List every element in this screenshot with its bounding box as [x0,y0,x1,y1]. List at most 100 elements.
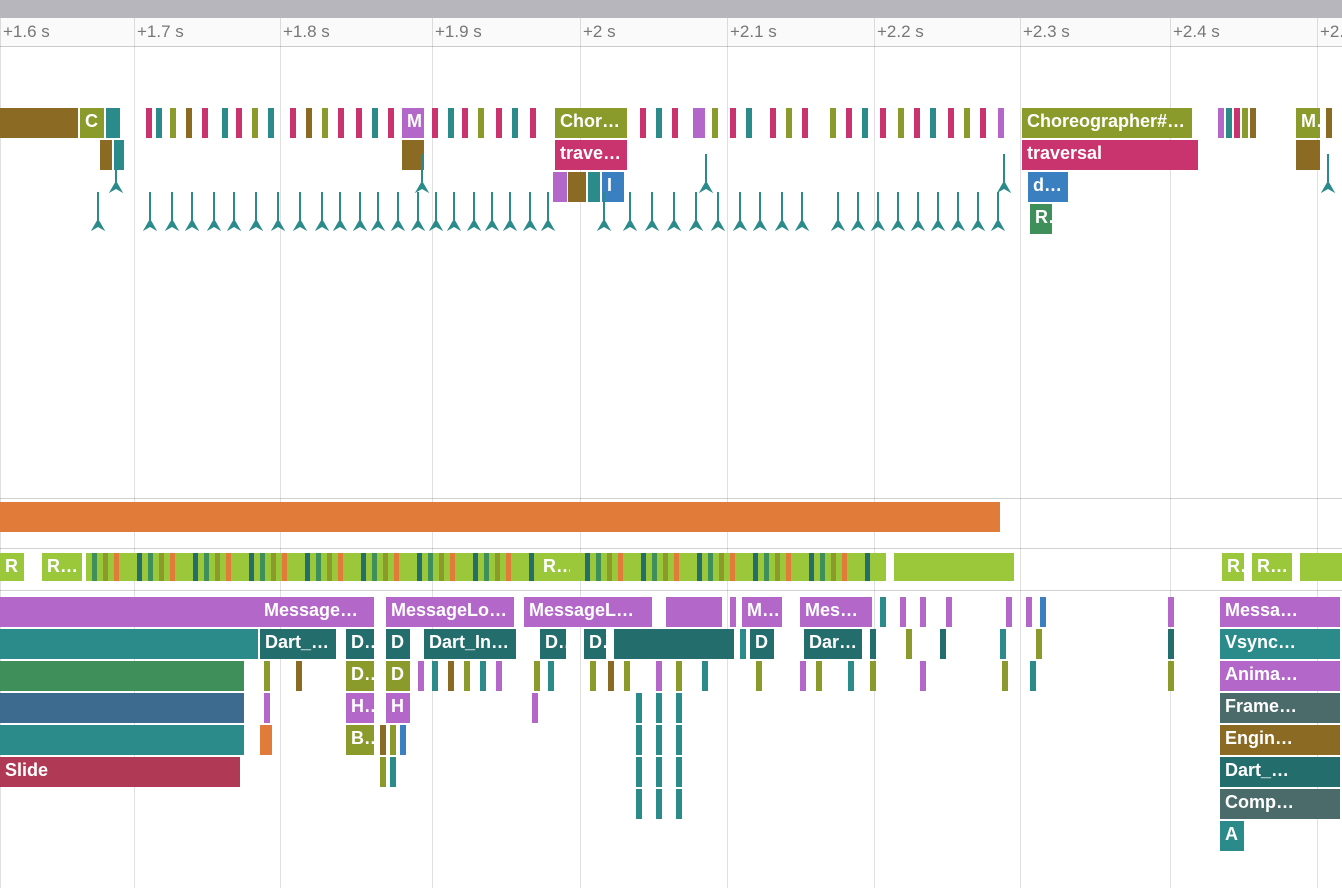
trace-slice-thin[interactable] [390,725,396,755]
trace-slice-thin[interactable] [608,661,614,691]
trace-slice-thin[interactable] [880,108,886,138]
trace-slice-thin[interactable] [920,661,926,691]
trace-slice-thin[interactable] [534,661,540,691]
trace-slice[interactable]: Chore… [555,108,627,138]
trace-slice[interactable]: MessageLoo… [386,597,514,627]
trace-slice-thin[interactable] [676,693,682,723]
trace-slice[interactable]: Run… [42,553,82,581]
trace-slice-thin[interactable] [548,661,554,691]
trace-slice-thin[interactable] [590,661,596,691]
track-run[interactable]: RRun…R…RRu… [0,553,1342,581]
trace-slice-thin[interactable] [146,108,152,138]
trace-slice-thin[interactable] [756,661,762,691]
trace-slice-thin[interactable] [676,789,682,819]
trace-slice-thin[interactable] [290,108,296,138]
trace-slice-thin[interactable] [656,661,662,691]
time-ruler[interactable] [0,18,1342,47]
trace-slice-thin[interactable] [906,629,912,659]
trace-slice[interactable] [614,629,734,659]
trace-slice-thin[interactable] [830,108,836,138]
trace-slice-thin[interactable] [676,661,682,691]
trace-slice-thin[interactable] [1000,629,1006,659]
trace-slice[interactable]: Comp… [1220,789,1340,819]
trace-slice-thin[interactable] [170,108,176,138]
trace-slice-thin[interactable] [746,108,752,138]
trace-slice[interactable]: D [584,629,606,659]
trace-slice[interactable]: MessageLo… [0,597,374,627]
trace-slice-thin[interactable] [672,108,678,138]
trace-slice-thin[interactable] [802,108,808,138]
trace-slice-thin[interactable] [338,108,344,138]
trace-slice[interactable]: Ru… [1252,553,1292,581]
trace-slice-thin[interactable] [530,108,536,138]
trace-slice-thin[interactable] [730,597,736,627]
trace-slice[interactable]: Choreographer#… [1022,108,1192,138]
trace-slice-thin[interactable] [264,661,270,691]
trace-slice-thin[interactable] [478,108,484,138]
trace-slice[interactable]: Dar… [804,629,862,659]
trace-slice-thin[interactable] [676,757,682,787]
trace-slice-thin[interactable] [236,108,242,138]
trace-slice[interactable]: H [386,693,410,723]
trace-slice[interactable] [0,725,244,755]
trace-slice-thin[interactable] [656,789,662,819]
trace-slice-thin[interactable] [816,661,822,691]
trace-slice-thin[interactable] [656,108,662,138]
trace-slice-thin[interactable] [356,108,362,138]
trace-slice-thin[interactable] [920,597,926,627]
trace-slice-thin[interactable] [448,108,454,138]
trace-slice-thin[interactable] [1242,108,1248,138]
trace-slice[interactable]: D [386,661,410,691]
trace-slice[interactable]: A [1220,821,1244,851]
trace-slice[interactable]: Slide [0,757,240,787]
trace-slice-thin[interactable] [946,597,952,627]
trace-slice[interactable] [106,108,120,138]
trace-slice-thin[interactable] [372,108,378,138]
trace-slice-thin[interactable] [624,661,630,691]
trace-slice[interactable]: M [1296,108,1320,138]
trace-slice-thin[interactable] [480,661,486,691]
trace-slice[interactable] [260,725,272,755]
trace-slice-thin[interactable] [380,757,386,787]
trace-slice-thin[interactable] [222,108,228,138]
trace-slice-thin[interactable] [432,661,438,691]
trace-slice-thin[interactable] [432,108,438,138]
trace-slice-thin[interactable] [1218,108,1224,138]
trace-slice-thin[interactable] [848,661,854,691]
trace-slice-thin[interactable] [156,108,162,138]
trace-slice-thin[interactable] [656,693,662,723]
trace-slice-thin[interactable] [400,725,406,755]
trace-slice[interactable] [894,553,1014,581]
trace-slice-thin[interactable] [870,629,876,659]
trace-slice-thin[interactable] [712,108,718,138]
trace-slice-thin[interactable] [512,108,518,138]
trace-slice[interactable]: Mes… [800,597,872,627]
trace-slice-thin[interactable] [380,725,386,755]
trace-slice-thin[interactable] [770,108,776,138]
trace-slice[interactable] [666,597,722,627]
trace-slice[interactable]: M… [742,597,782,627]
trace-slice[interactable]: Frame… [1220,693,1340,723]
trace-slice-thin[interactable] [998,108,1004,138]
track-raster[interactable]: MessageLo… MessageLoo… MessageL… M… Mes… Dar… [0,597,1342,857]
trace-slice-thin[interactable] [388,108,394,138]
trace-slice-thin[interactable] [1040,597,1046,627]
trace-slice-thin[interactable] [862,108,868,138]
trace-slice[interactable]: MessageL… [524,597,652,627]
trace-slice[interactable]: D… [346,629,374,659]
trace-slice[interactable] [0,629,258,659]
trace-slice-thin[interactable] [496,661,502,691]
trace-slice-thin[interactable] [1026,597,1032,627]
trace-slice-thin[interactable] [1168,597,1174,627]
trace-slice-thin[interactable] [730,108,736,138]
trace-slice-thin[interactable] [264,693,270,723]
trace-slice-thin[interactable] [640,108,646,138]
trace-slice[interactable]: Dart_In… [424,629,516,659]
trace-slice[interactable]: D [750,629,774,659]
trace-slice-thin[interactable] [880,597,886,627]
trace-slice-thin[interactable] [1168,629,1174,659]
trace-slice-thin[interactable] [846,108,852,138]
trace-slice-thin[interactable] [296,661,302,691]
trace-slice-thin[interactable] [322,108,328,138]
trace-slice-thin[interactable] [1226,108,1232,138]
